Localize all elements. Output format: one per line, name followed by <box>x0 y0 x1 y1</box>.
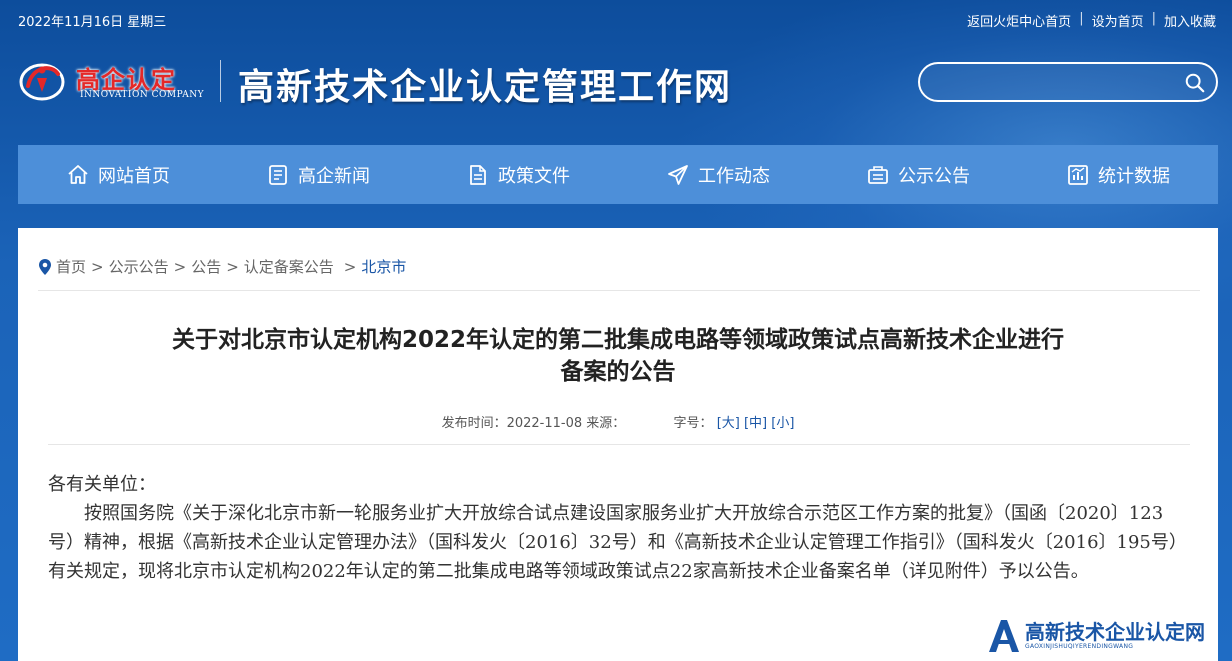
watermark-cn: 高新技术企业认定网 <box>1025 620 1205 644</box>
meta-divider <box>48 444 1190 445</box>
watermark-a-icon <box>989 619 1019 652</box>
current-date: 2022年11月16日 星期三 <box>18 15 167 30</box>
font-size-large-button[interactable]: [大] <box>717 416 740 431</box>
site-title: 高新技术企业认定管理工作网 <box>238 66 733 108</box>
nav-home[interactable]: 网站首页 <box>18 145 218 204</box>
breadcrumb: 首页 > 公示公告 > 公告 > 认定备案公告 > 北京市 <box>38 256 406 277</box>
nav-news[interactable]: 高企新闻 <box>218 145 418 204</box>
nav-work-updates[interactable]: 工作动态 <box>618 145 818 204</box>
nav-label: 政策文件 <box>498 165 570 187</box>
top-links: 返回火炬中心首页 | 设为首页 | 加入收藏 <box>967 11 1216 30</box>
home-icon <box>68 164 88 184</box>
nav-notices[interactable]: 公示公告 <box>818 145 1018 204</box>
logo-divider <box>220 60 221 102</box>
main-nav: 网站首页 高企新闻 政策文件 工作动态 公示公告 统计数据 <box>18 145 1218 204</box>
logo-mark-icon <box>19 63 65 101</box>
set-homepage-link[interactable]: 设为首页 <box>1092 11 1144 30</box>
search-input[interactable] <box>936 72 1176 94</box>
nav-policy[interactable]: 政策文件 <box>418 145 618 204</box>
add-favorite-link[interactable]: 加入收藏 <box>1164 11 1216 30</box>
breadcrumb-filing[interactable]: 认定备案公告 <box>244 256 334 277</box>
site-logo[interactable]: 高企认定 INNOVATION COMPANY <box>18 52 218 108</box>
salutation: 各有关单位： <box>48 474 156 495</box>
document-icon <box>470 164 486 185</box>
location-pin-icon <box>39 258 51 275</box>
chart-icon <box>1068 164 1088 185</box>
body-paragraph: 按照国务院《关于深化北京市新一轮服务业扩大开放综合试点建设国家服务业扩大开放综合… <box>48 503 1187 582</box>
breadcrumb-divider <box>38 290 1200 291</box>
nav-label: 统计数据 <box>1098 165 1170 187</box>
notice-icon <box>868 165 888 184</box>
nav-label: 工作动态 <box>698 165 770 187</box>
article-title: 关于对北京市认定机构2022年认定的第二批集成电路等领域政策试点高新技术企业进行… <box>171 327 1064 385</box>
top-bar: 2022年11月16日 星期三 返回火炬中心首页 | 设为首页 | 加入收藏 <box>0 0 1232 38</box>
breadcrumb-announcement[interactable]: 公告 <box>191 256 221 277</box>
watermark-logo: 高新技术企业认定网 GAOXINJISHUQIYERENDINGWANG <box>985 610 1232 661</box>
nav-label: 高企新闻 <box>298 165 370 187</box>
logo-en-text: INNOVATION COMPANY <box>80 90 205 100</box>
article-meta: 发布时间：2022-11-08 来源： 字号： [大] [中] [小] <box>48 412 1188 431</box>
search-icon[interactable] <box>1184 72 1206 94</box>
search-box <box>918 62 1218 102</box>
font-size-medium-button[interactable]: [中] <box>744 416 767 431</box>
nav-label: 网站首页 <box>98 165 170 187</box>
watermark-en: GAOXINJISHUQIYERENDINGWANG <box>1025 643 1134 650</box>
publish-info: 发布时间：2022-11-08 来源： <box>441 416 626 431</box>
font-size-small-button[interactable]: [小] <box>771 416 794 431</box>
content-panel: 首页 > 公示公告 > 公告 > 认定备案公告 > 北京市 关于对北京市认定机构… <box>18 228 1218 661</box>
breadcrumb-beijing[interactable]: 北京市 <box>361 256 406 277</box>
return-torch-center-link[interactable]: 返回火炬中心首页 <box>967 11 1071 30</box>
font-size-label: 字号： <box>673 416 713 431</box>
nav-statistics[interactable]: 统计数据 <box>1018 145 1218 204</box>
paper-plane-icon <box>668 164 688 185</box>
breadcrumb-home[interactable]: 首页 <box>56 256 86 277</box>
breadcrumb-notices[interactable]: 公示公告 <box>109 256 169 277</box>
nav-label: 公示公告 <box>898 165 970 187</box>
article-body: 各有关单位： 按照国务院《关于深化北京市新一轮服务业扩大开放综合试点建设国家服务… <box>48 470 1190 586</box>
news-icon <box>269 164 287 185</box>
